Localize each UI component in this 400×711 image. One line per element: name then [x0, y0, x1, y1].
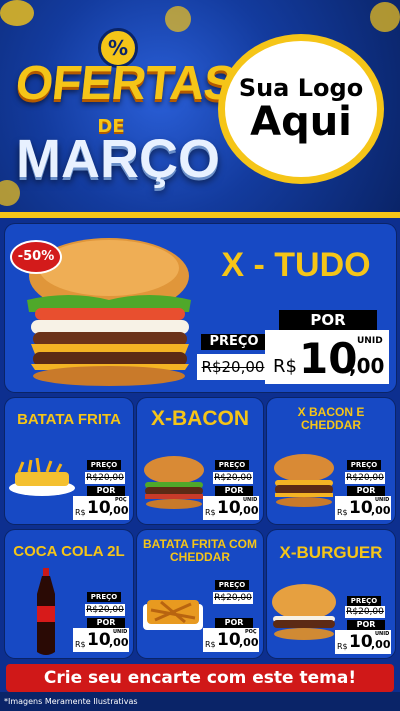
new-price-value: R$ 10 ,00 POÇ: [203, 628, 259, 652]
old-price-label: PREÇO: [87, 592, 121, 602]
new-price-value: R$ 10 ,00 UNID: [203, 496, 259, 520]
percent-coin-icon: [0, 0, 34, 26]
title-line-3: MARÇO: [16, 129, 220, 189]
divider: [0, 212, 400, 218]
price-integer: 10: [217, 630, 241, 650]
new-price-label: POR: [87, 618, 125, 628]
product-name: BATATA FRITA: [17, 411, 121, 428]
old-price-value: R$20,00: [85, 604, 125, 616]
new-price-value: R$ 10 ,00 POÇ: [73, 496, 129, 520]
new-price-label: POR: [279, 310, 377, 330]
percent-coin-icon: [370, 2, 400, 32]
currency-symbol: R$: [205, 640, 216, 649]
cta-banner[interactable]: Crie seu encarte com este tema!: [6, 664, 394, 692]
burger-image: [144, 456, 204, 509]
unit-label: UNID: [243, 497, 258, 503]
currency-symbol: R$: [273, 356, 297, 377]
currency-symbol: R$: [75, 508, 86, 517]
logo-text-line-2: Aqui: [250, 99, 352, 146]
old-price-label: PREÇO: [347, 460, 381, 470]
unit-label: UNID: [375, 497, 390, 503]
currency-symbol: R$: [205, 508, 216, 517]
old-price-label: PREÇO: [215, 580, 249, 590]
old-price-value: R$20,00: [213, 592, 253, 604]
currency-symbol: R$: [337, 508, 348, 517]
unit-label: UNID: [357, 336, 383, 346]
price-cents: ,00: [239, 636, 259, 649]
price-integer: 10: [87, 630, 111, 650]
old-price-label: PREÇO: [87, 460, 121, 470]
old-price-value: R$20,00: [197, 354, 269, 380]
new-price-label: POR: [87, 486, 125, 496]
price-cents: ,00: [239, 504, 259, 517]
old-price-label: PREÇO: [215, 460, 249, 470]
logo-placeholder[interactable]: Sua Logo Aqui: [218, 34, 384, 184]
fries-image: [9, 458, 75, 496]
new-price-value: R$ 10 ,00 UNID: [335, 496, 391, 520]
product-name: COCA COLA 2L: [13, 543, 125, 560]
soda-bottle-image: [37, 568, 55, 655]
product-name: BATATA FRITA COM CHEDDAR: [143, 537, 257, 564]
price-integer: 10: [87, 498, 111, 518]
unit-label: UNID: [375, 631, 390, 637]
title-line-1: OFERTAS: [13, 57, 238, 110]
new-price-label: POR: [347, 620, 385, 630]
new-price-value: R$ 10 ,00 UNID: [265, 330, 389, 384]
discount-badge: -50%: [10, 240, 62, 274]
price-cents: ,00: [109, 636, 129, 649]
currency-symbol: R$: [75, 640, 86, 649]
unit-label: UNID: [113, 629, 128, 635]
old-price-value: R$20,00: [213, 472, 253, 484]
product-name: X-BURGUER: [279, 543, 383, 562]
new-price-label: POR: [215, 618, 253, 628]
new-price-label: POR: [215, 486, 253, 496]
offers-title-badge: % OFERTAS DE MARÇO: [13, 28, 238, 198]
featured-product-name: X - TUDO: [221, 246, 371, 284]
price-integer: 10: [349, 632, 373, 652]
new-price-value: R$ 10 ,00 UNID: [73, 628, 129, 652]
product-card[interactable]: COCA COLA 2L PREÇO R$20,00 POR R$ 10 ,00…: [5, 530, 133, 658]
product-card[interactable]: X-BURGUER PREÇO R$20,00 POR R$ 10 ,00 UN…: [267, 530, 395, 658]
price-integer: 10: [217, 498, 241, 518]
currency-symbol: R$: [337, 642, 348, 651]
old-price-label: PREÇO: [347, 596, 381, 606]
old-price-label: PREÇO: [201, 334, 267, 350]
product-card[interactable]: X-BACON PREÇO R$20,00 POR R$ 10 ,00 UNID: [137, 398, 263, 524]
price-cents: ,00: [109, 504, 129, 517]
product-card[interactable]: BATATA FRITA COM CHEDDAR PREÇO R$20,00 P…: [137, 530, 263, 658]
unit-label: POÇ: [245, 629, 257, 635]
header-banner: % OFERTAS DE MARÇO Sua Logo Aqui: [0, 0, 400, 212]
product-card[interactable]: BATATA FRITA PREÇO R$20,00 POR R$ 10 ,00…: [5, 398, 133, 524]
product-name: X BACON E CHEDDAR: [297, 405, 365, 432]
product-card[interactable]: X BACON E CHEDDAR PREÇO R$20,00 POR R$ 1…: [267, 398, 395, 524]
new-price-value: R$ 10 ,00 UNID: [335, 630, 391, 654]
price-cents: ,00: [371, 638, 391, 651]
burger-image: [274, 454, 334, 507]
logo-text-line-1: Sua Logo: [238, 73, 364, 102]
unit-label: POÇ: [115, 497, 127, 503]
price-integer: 10: [349, 498, 373, 518]
old-price-value: R$20,00: [85, 472, 125, 484]
price-cents: ,00: [349, 354, 385, 378]
product-name: X-BACON: [151, 407, 249, 430]
featured-product-card[interactable]: X - TUDO PREÇO R$20,00 POR R$ 10 ,00 UNI…: [5, 224, 396, 392]
burger-image: [272, 584, 336, 640]
price-cents: ,00: [371, 504, 391, 517]
new-price-label: POR: [347, 486, 385, 496]
disclaimer-text: *Imagens Meramente Ilustrativas: [4, 697, 138, 706]
cheddar-fries-image: [143, 600, 203, 630]
old-price-value: R$20,00: [345, 472, 385, 484]
old-price-value: R$20,00: [345, 606, 385, 618]
